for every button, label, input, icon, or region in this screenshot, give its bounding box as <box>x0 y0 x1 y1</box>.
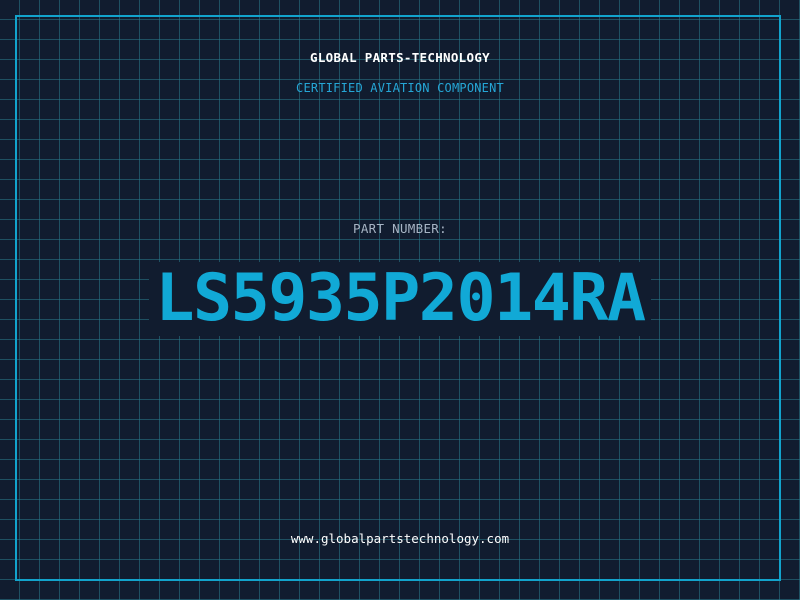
part-number-value: LS5935P2014RA <box>149 262 651 336</box>
company-name: GLOBAL PARTS-TECHNOLOGY <box>310 50 490 65</box>
certificate-canvas: GLOBAL PARTS-TECHNOLOGY CERTIFIED AVIATI… <box>0 0 800 600</box>
part-number-label: PART NUMBER: <box>353 221 447 236</box>
website-url: www.globalpartstechnology.com <box>290 531 510 546</box>
certification-tagline: CERTIFIED AVIATION COMPONENT <box>296 81 504 95</box>
part-number-container: LS5935P2014RA <box>0 262 800 336</box>
